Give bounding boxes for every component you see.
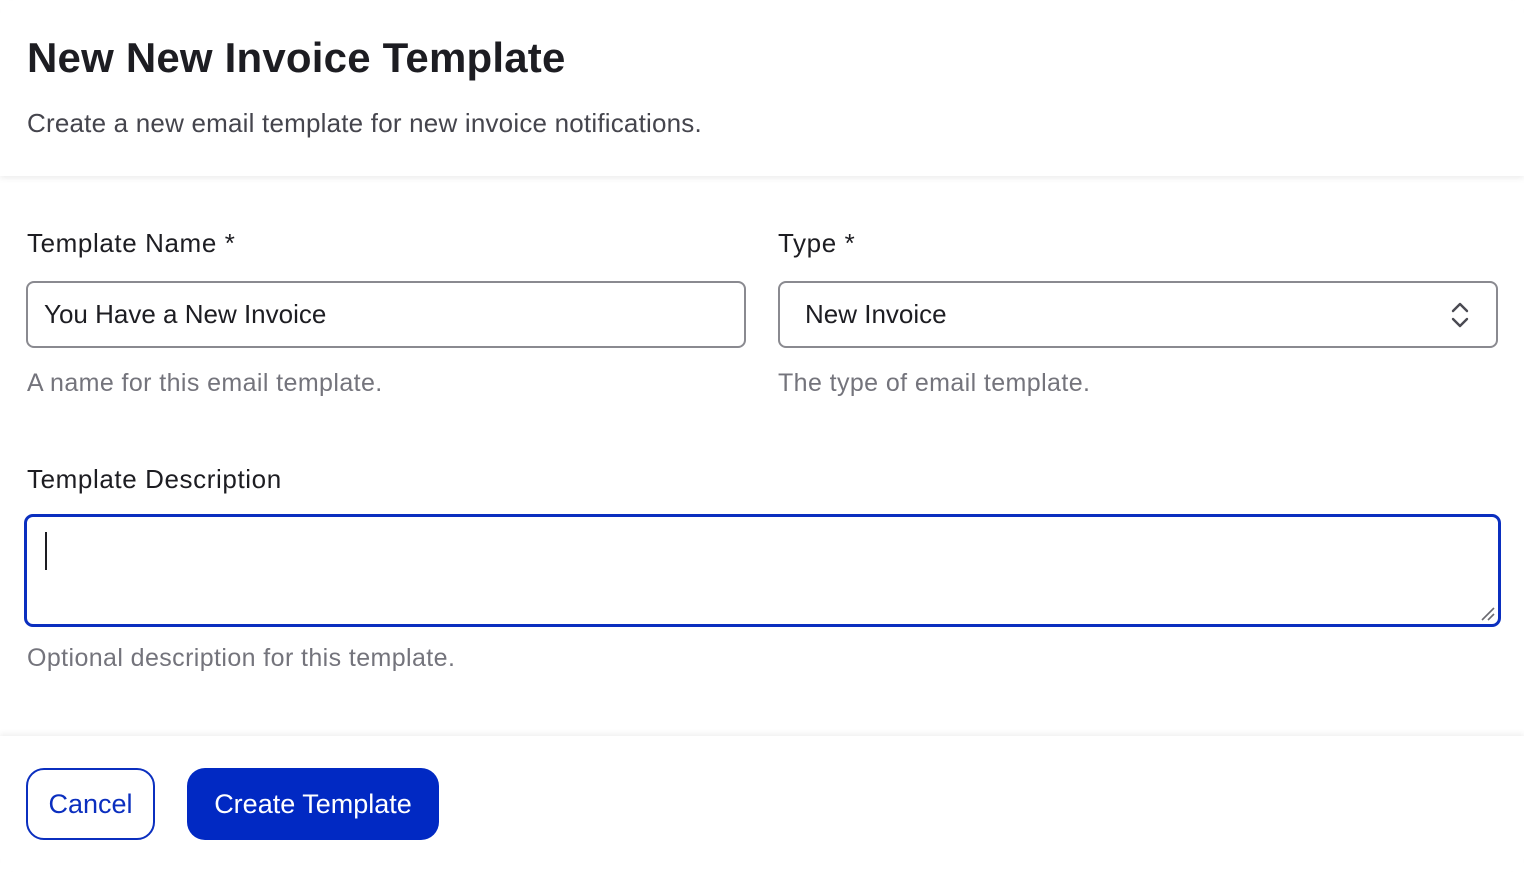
dialog-subtitle: Create a new email template for new invo…: [27, 108, 702, 138]
create-template-button[interactable]: Create Template: [187, 768, 439, 840]
new-template-dialog: New New Invoice Template Create a new em…: [0, 0, 1524, 872]
chevron-up-down-icon: [1451, 302, 1469, 328]
template-name-input[interactable]: [26, 281, 746, 348]
dialog-footer: Cancel Create Template: [0, 736, 1524, 872]
dialog-title: New New Invoice Template: [27, 34, 566, 81]
template-description-help: Optional description for this template.: [27, 644, 456, 672]
template-name-help: A name for this email template.: [27, 369, 383, 397]
type-label: Type *: [778, 228, 856, 258]
dialog-header: New New Invoice Template Create a new em…: [0, 0, 1524, 176]
template-name-label: Template Name *: [27, 228, 236, 258]
type-help: The type of email template.: [778, 369, 1091, 397]
resize-handle-icon[interactable]: [1479, 605, 1495, 621]
template-description-label: Template Description: [27, 464, 282, 494]
dialog-body: Template Name * A name for this email te…: [0, 176, 1524, 736]
cancel-button[interactable]: Cancel: [26, 768, 155, 840]
type-select[interactable]: New Invoice: [778, 281, 1498, 348]
text-caret: [45, 532, 47, 570]
type-select-value: New Invoice: [805, 299, 947, 329]
template-description-textarea[interactable]: [24, 514, 1501, 627]
